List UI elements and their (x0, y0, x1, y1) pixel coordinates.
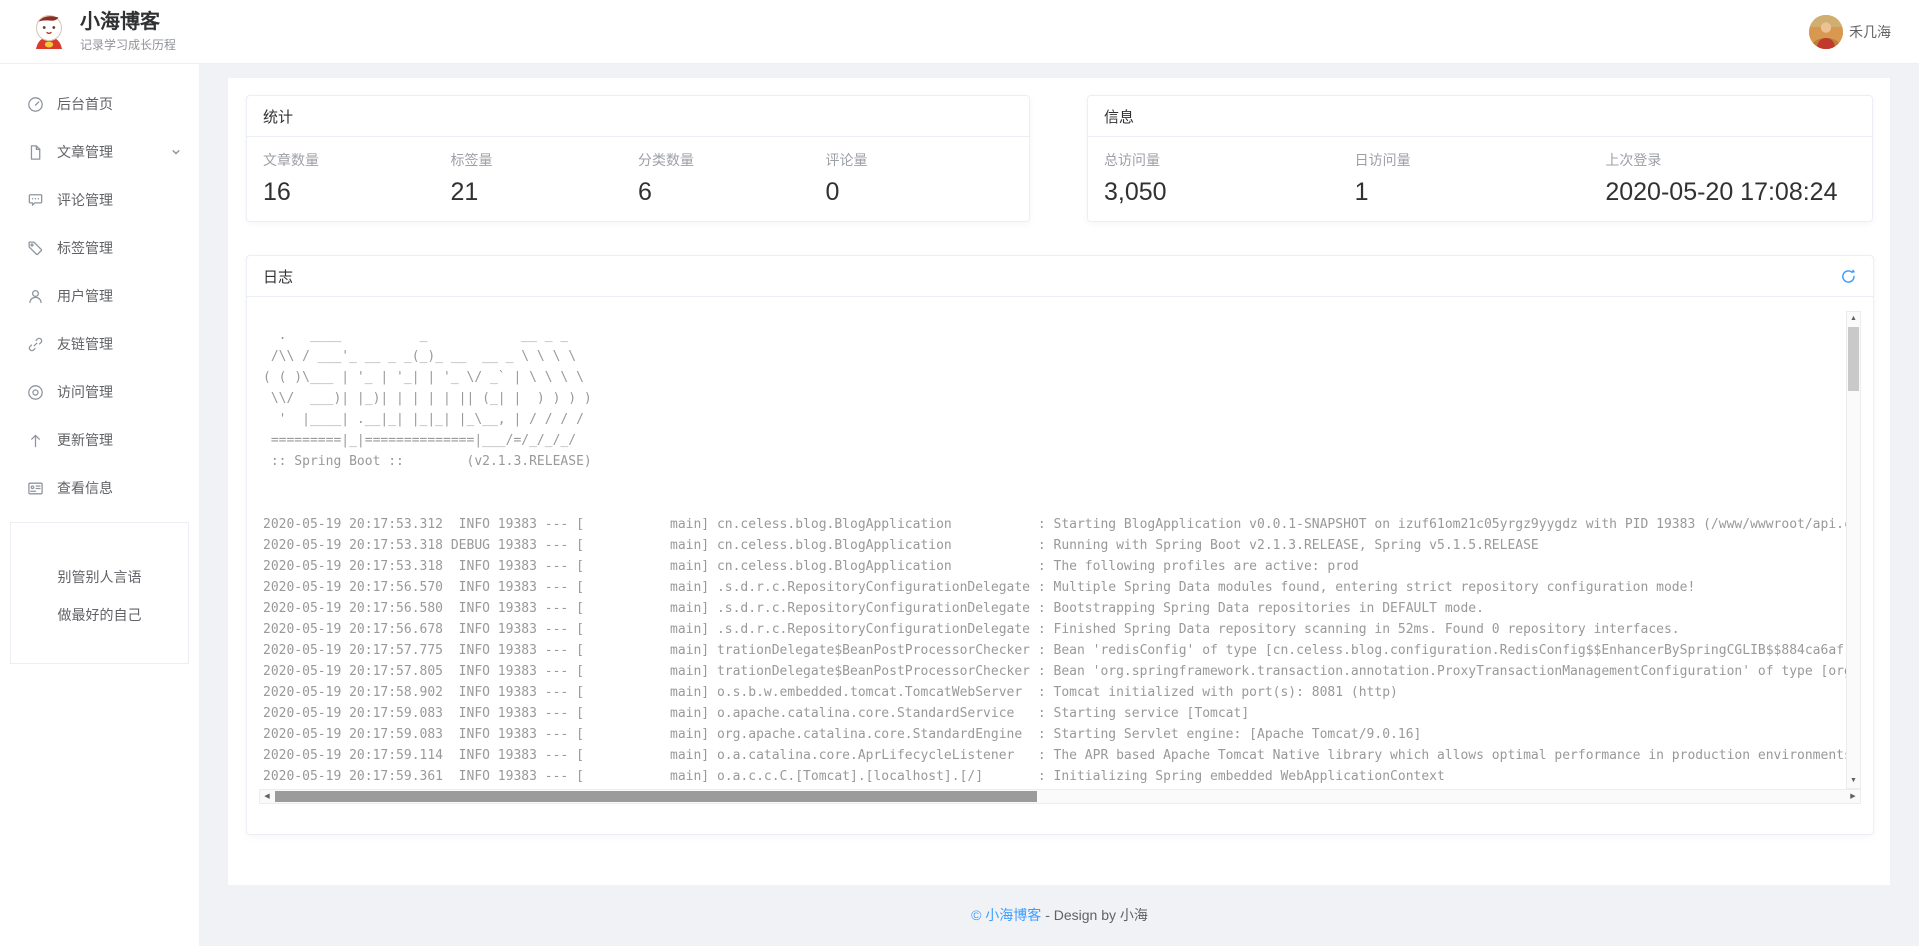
visit-icon (27, 384, 44, 401)
log-card: 日志 . ____ _ __ _ _ /\\ / ___'_ __ _ _(_)… (246, 255, 1874, 835)
log-horizontal-scrollbar[interactable]: ◀ ▶ (259, 789, 1861, 804)
stats-card-header: 统计 (247, 96, 1029, 137)
idcard-icon (27, 480, 44, 497)
info-card-header: 信息 (1088, 96, 1872, 137)
brand-block: 小海博客 记录学习成长历程 (80, 11, 176, 53)
sidebar-item-label: 查看信息 (57, 478, 113, 498)
sidebar-item-view-info[interactable]: 查看信息 (0, 464, 199, 512)
user-avatar[interactable] (1809, 15, 1843, 49)
motto-line: 别管别人言语 (11, 567, 188, 587)
username-label[interactable]: 禾几海 (1849, 22, 1891, 42)
main-content-panel: 统计 文章数量 16 标签量 21 分类数量 6 评论量 0 (228, 78, 1890, 885)
vertical-scroll-thumb[interactable] (1848, 327, 1859, 391)
page-footer: © 小海博客 - Design by 小海 (200, 905, 1919, 925)
user-menu[interactable]: 禾几海 (1809, 15, 1891, 49)
link-icon (27, 336, 44, 353)
log-card-title: 日志 (263, 266, 293, 287)
info-daily-visits: 日访问量 1 (1355, 150, 1606, 207)
sidebar-item-comments[interactable]: 评论管理 (0, 176, 199, 224)
sidebar-item-tags[interactable]: 标签管理 (0, 224, 199, 272)
tag-icon (27, 240, 44, 257)
sidebar-item-dashboard[interactable]: 后台首页 (0, 80, 199, 128)
sidebar-item-label: 标签管理 (57, 238, 113, 258)
log-vertical-scrollbar[interactable]: ▲ ▼ (1846, 311, 1861, 789)
sidebar-item-updates[interactable]: 更新管理 (0, 416, 199, 464)
sidebar-item-users[interactable]: 用户管理 (0, 272, 199, 320)
stat-category-count: 分类数量 6 (638, 150, 826, 207)
sidebar-item-label: 文章管理 (57, 142, 113, 162)
scroll-right-arrow-icon[interactable]: ▶ (1846, 790, 1860, 803)
sidebar-item-friend-links[interactable]: 友链管理 (0, 320, 199, 368)
sidebar-item-label: 评论管理 (57, 190, 113, 210)
stats-card-title: 统计 (263, 106, 293, 127)
sidebar-item-visits[interactable]: 访问管理 (0, 368, 199, 416)
info-card: 信息 总访问量 3,050 日访问量 1 上次登录 2020-05-20 17:… (1087, 95, 1873, 222)
dashboard-icon (27, 96, 44, 113)
scroll-left-arrow-icon[interactable]: ◀ (260, 790, 274, 803)
top-header: 小海博客 记录学习成长历程 禾几海 (0, 0, 1919, 64)
site-title: 小海博客 (80, 11, 176, 33)
stat-article-count: 文章数量 16 (263, 150, 451, 207)
scroll-down-arrow-icon[interactable]: ▼ (1847, 774, 1860, 788)
comment-icon (27, 192, 44, 209)
log-scroll-area[interactable]: . ____ _ __ _ _ /\\ / ___'_ __ _ _(_)_ _… (259, 311, 1861, 789)
stat-tag-count: 标签量 21 (451, 150, 639, 207)
info-last-login: 上次登录 2020-05-20 17:08:24 (1605, 150, 1856, 207)
sidebar-item-label: 访问管理 (57, 382, 113, 402)
sidebar-menu: 后台首页 文章管理 评论管理 标签管理 (0, 64, 200, 946)
log-output: . ____ _ __ _ _ /\\ / ___'_ __ _ _(_)_ _… (259, 311, 1846, 789)
info-total-visits: 总访问量 3,050 (1104, 150, 1355, 207)
horizontal-scroll-thumb[interactable] (275, 791, 1037, 802)
article-icon (27, 144, 44, 161)
chevron-down-icon[interactable] (170, 146, 182, 158)
stats-card: 统计 文章数量 16 标签量 21 分类数量 6 评论量 0 (246, 95, 1030, 222)
sidebar-motto-box: 别管别人言语 做最好的自己 (10, 522, 189, 664)
update-icon (27, 432, 44, 449)
info-card-title: 信息 (1104, 106, 1134, 127)
log-card-body: . ____ _ __ _ _ /\\ / ___'_ __ _ _(_)_ _… (247, 297, 1873, 834)
stats-card-body: 文章数量 16 标签量 21 分类数量 6 评论量 0 (247, 137, 1029, 207)
refresh-icon[interactable] (1840, 268, 1857, 285)
admin-dashboard-page: 小海博客 记录学习成长历程 禾几海 后台首页 (0, 0, 1919, 946)
footer-credit-text: - Design by 小海 (1041, 907, 1148, 923)
sidebar-item-label: 后台首页 (57, 94, 113, 114)
scroll-up-arrow-icon[interactable]: ▲ (1847, 312, 1860, 326)
sidebar-item-articles[interactable]: 文章管理 (0, 128, 199, 176)
log-card-header: 日志 (247, 256, 1873, 297)
sidebar-item-label: 友链管理 (57, 334, 113, 354)
user-icon (27, 288, 44, 305)
sidebar-item-label: 更新管理 (57, 430, 113, 450)
stat-comment-count: 评论量 0 (826, 150, 1014, 207)
site-logo-icon (28, 11, 70, 53)
info-card-body: 总访问量 3,050 日访问量 1 上次登录 2020-05-20 17:08:… (1088, 137, 1872, 207)
site-subtitle: 记录学习成长历程 (80, 36, 176, 53)
footer-site-link[interactable]: © 小海博客 (971, 907, 1041, 923)
sidebar-item-label: 用户管理 (57, 286, 113, 306)
motto-line: 做最好的自己 (11, 605, 188, 625)
